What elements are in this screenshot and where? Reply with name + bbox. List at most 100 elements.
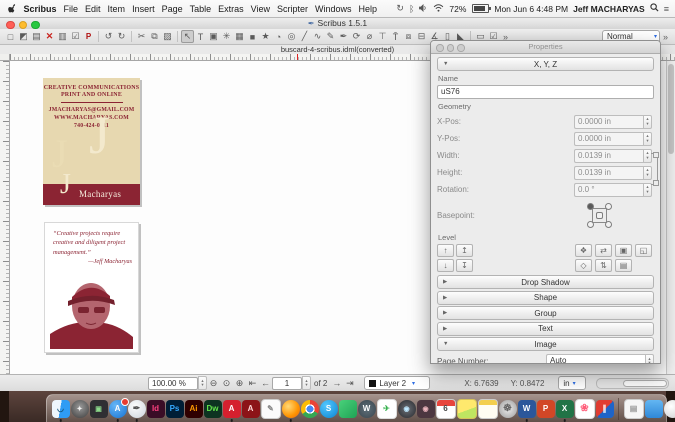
raise-icon[interactable]: ↑ [437, 244, 454, 257]
ypos-field[interactable]: 0.0000 in [574, 132, 643, 146]
dock-dreamweaver-icon[interactable]: Dw [204, 400, 222, 418]
ungroup-icon[interactable]: ◇ [575, 259, 592, 272]
basepoint-widget[interactable] [587, 203, 612, 228]
print-document-icon[interactable]: ▥ [56, 30, 69, 43]
lock-icon[interactable]: ▣ [615, 244, 632, 257]
dock-photo-booth-icon[interactable]: ◉ [398, 400, 416, 418]
menu-item[interactable]: Item [104, 4, 129, 14]
menu-windows[interactable]: Windows [312, 4, 356, 14]
section-drop-shadow[interactable]: ▶ Drop Shadow [437, 275, 654, 289]
width-field[interactable]: 0.0139 in [574, 149, 643, 163]
document-tab[interactable]: buscard-4-scribus.idml(converted) [281, 45, 394, 54]
save-document-icon[interactable]: ▤ [30, 30, 43, 43]
dock-parallels-icon[interactable]: ∥ [596, 400, 614, 418]
new-document-icon[interactable]: □ [4, 30, 17, 43]
vertical-scrollbar[interactable] [666, 61, 675, 374]
lower-icon[interactable]: ↓ [437, 259, 454, 272]
user-menu[interactable]: Jeff MACHARYAS [573, 4, 645, 14]
page-number-field[interactable]: Auto [546, 354, 645, 364]
dock-app-store-icon[interactable]: A [109, 400, 127, 418]
menu-file[interactable]: File [60, 4, 82, 14]
vertical-scrollbar-thumb[interactable] [668, 64, 674, 154]
unit-select[interactable]: in [558, 376, 586, 390]
insert-line-icon[interactable]: ╱ [298, 30, 311, 43]
dock-acrobat-reader-icon[interactable]: A [242, 400, 260, 418]
menu-view[interactable]: View [247, 4, 273, 14]
section-shape[interactable]: ▶ Shape [437, 291, 654, 305]
dock-calendar-icon[interactable]: 6 [436, 399, 456, 419]
save-as-pdf-icon[interactable]: P [82, 30, 95, 43]
zoom-in-icon[interactable]: ⊕ [233, 378, 246, 389]
zoom-window-button[interactable] [31, 21, 40, 30]
xpos-spinner[interactable] [643, 115, 652, 129]
dock-powerpoint-icon[interactable]: P [537, 400, 555, 418]
ypos-spinner[interactable] [643, 132, 652, 146]
unlink-text-frames-icon[interactable]: ⊟ [415, 30, 428, 43]
dock-word-icon[interactable]: W [518, 400, 536, 418]
flip-vertical-icon[interactable]: ⇅ [595, 259, 612, 272]
raise-to-top-icon[interactable]: ↥ [456, 244, 473, 257]
dock-illustrator-icon[interactable]: Ai [185, 400, 203, 418]
menu-scribus[interactable]: Scribus [20, 4, 60, 14]
insert-polygon-icon[interactable]: ★ [259, 30, 272, 43]
dock-green-app-icon[interactable] [339, 400, 357, 418]
current-page-field[interactable]: 1 [272, 377, 302, 390]
rotation-field[interactable]: 0.0 ° [574, 183, 643, 197]
dock-downloads-folder-icon[interactable] [645, 400, 663, 418]
business-card-front[interactable]: CREATIVE COMMUNICATIONS PRINT AND ONLINE… [43, 78, 140, 205]
toolbar-overflow-chevron-2[interactable]: » [660, 32, 671, 42]
minimize-window-button[interactable] [19, 21, 28, 30]
dock-photos-icon[interactable]: ❀ [575, 399, 595, 419]
dock-wordpress-icon[interactable]: W [358, 400, 376, 418]
menu-edit[interactable]: Edit [82, 4, 105, 14]
dock-finder-icon[interactable]: ◡ [52, 400, 70, 418]
menu-insert[interactable]: Insert [129, 4, 159, 14]
close-window-button[interactable] [6, 21, 15, 30]
zoom-100-icon[interactable]: ⊙ [220, 378, 233, 389]
insert-table-icon[interactable]: ▦ [233, 30, 246, 43]
dock-remote-desktop-icon[interactable]: ▣ [90, 400, 108, 418]
copy-icon[interactable]: ⧉ [148, 30, 161, 43]
palette-title-bar[interactable]: Properties [431, 41, 660, 54]
properties-palette[interactable]: Properties ▼ X, Y, Z Name uS76 Geometry … [430, 40, 661, 364]
dock-firefox-icon[interactable] [282, 400, 300, 418]
palette-window-controls[interactable] [436, 44, 465, 52]
link-width-height-icon[interactable] [651, 153, 658, 185]
dock-stickies-icon[interactable] [457, 399, 477, 419]
page-number-spinner[interactable] [645, 354, 654, 364]
dock-chrome-icon[interactable] [301, 400, 319, 418]
menu-extras[interactable]: Extras [215, 4, 248, 14]
notification-center-icon[interactable]: ≡ [664, 4, 669, 14]
lower-to-bottom-icon[interactable]: ↧ [456, 259, 473, 272]
vertical-ruler[interactable] [0, 61, 10, 374]
preflight-verifier-icon[interactable]: ☑ [69, 30, 82, 43]
enable-printing-icon[interactable]: ▤ [615, 259, 632, 272]
page-spinner[interactable] [302, 376, 311, 390]
dock-camera-app-icon[interactable]: ◉ [417, 400, 435, 418]
zoom-spinner[interactable] [198, 376, 207, 390]
section-text[interactable]: ▶ Text [437, 322, 654, 336]
first-page-icon[interactable]: ⇤ [246, 378, 259, 389]
height-field[interactable]: 0.0139 in [574, 166, 643, 180]
last-page-icon[interactable]: ⇥ [343, 378, 356, 389]
insert-freehand-icon[interactable]: ✎ [324, 30, 337, 43]
business-card-back[interactable]: “Creative projects require creative and … [44, 222, 139, 353]
dock-system-preferences-icon[interactable]: ☸ [499, 400, 517, 418]
apple-menu-icon[interactable] [6, 3, 20, 14]
flip-horizontal-icon[interactable]: ⇄ [595, 244, 612, 257]
link-text-frames-icon[interactable]: ⧈ [402, 30, 415, 43]
volume-icon[interactable] [419, 4, 428, 14]
horizontal-scrollbar-thumb[interactable] [623, 380, 667, 387]
insert-spiral-icon[interactable]: ◎ [285, 30, 298, 43]
dock-notes-icon[interactable] [478, 399, 498, 419]
zoom-tool-icon[interactable]: ⌀ [363, 30, 376, 43]
undo-icon[interactable]: ↺ [102, 30, 115, 43]
menu-table[interactable]: Table [186, 4, 215, 14]
sync-icon[interactable]: ↻ [396, 3, 404, 14]
zoom-level-field[interactable]: 100.00 % [148, 377, 198, 390]
section-group[interactable]: ▶ Group [437, 306, 654, 320]
dock-textedit-icon[interactable]: ✎ [261, 399, 281, 419]
open-document-icon[interactable]: ◩ [17, 30, 30, 43]
insert-shape-icon[interactable]: ■ [246, 30, 259, 43]
dock-scribus-icon[interactable]: ✒ [128, 400, 146, 418]
